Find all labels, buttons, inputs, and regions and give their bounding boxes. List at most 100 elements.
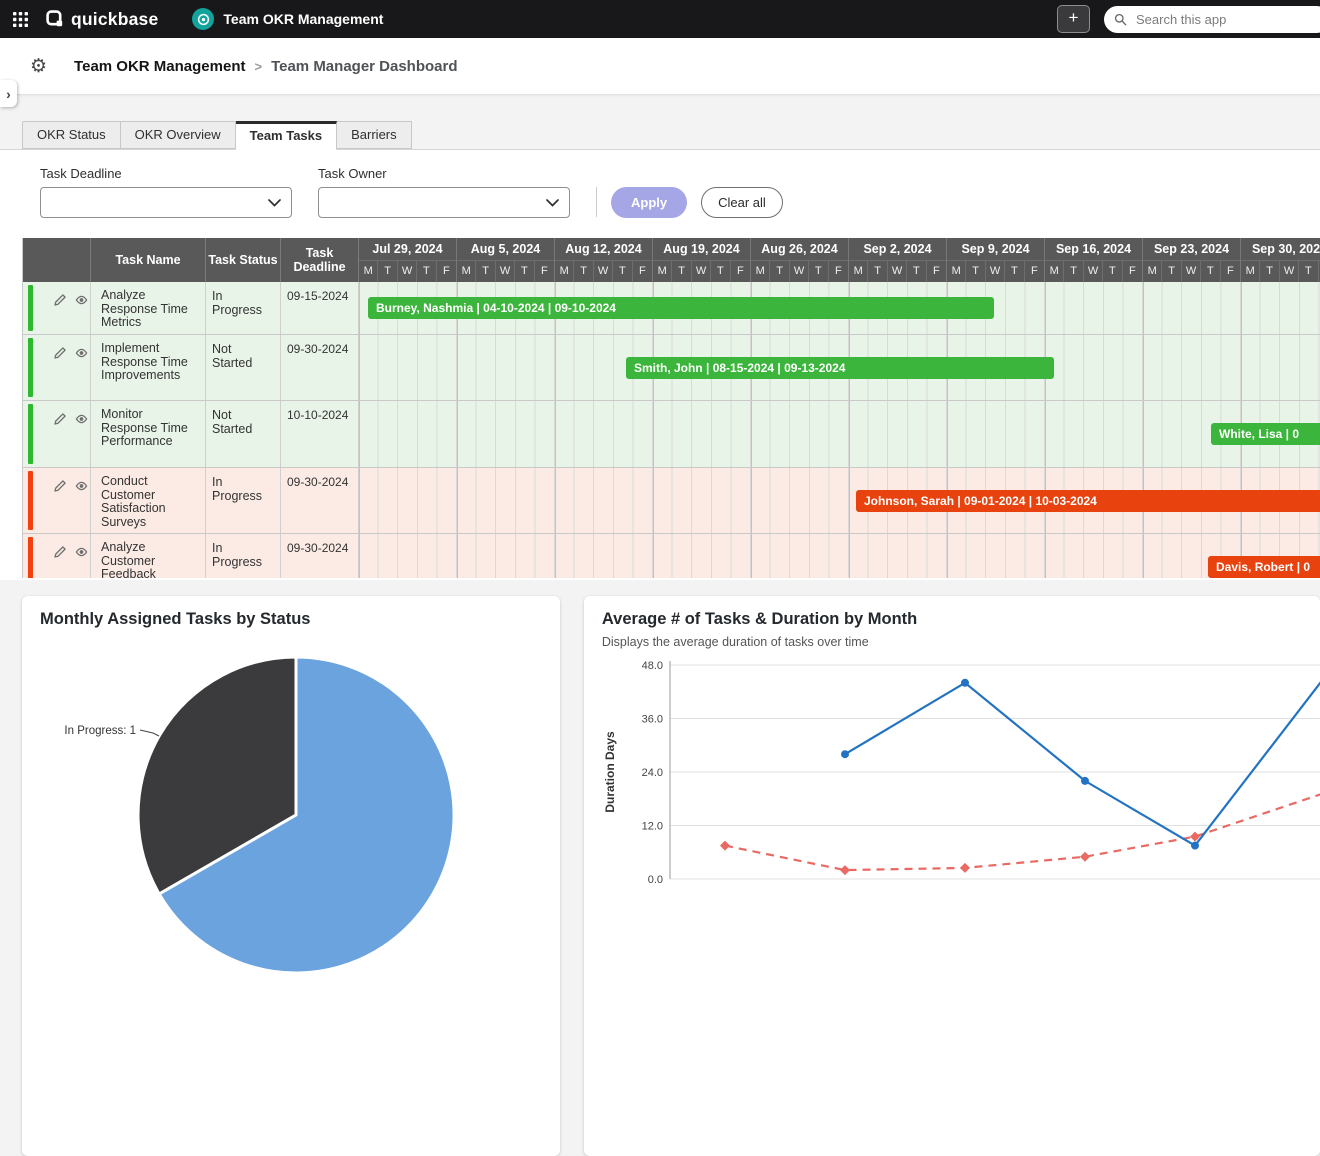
gantt-row: Conduct Customer Satisfaction SurveysIn … xyxy=(23,468,1320,534)
task-deadline-cell: 09-30-2024 xyxy=(281,468,359,533)
view-eye-icon[interactable] xyxy=(74,412,89,426)
edit-pencil-icon[interactable] xyxy=(53,346,67,360)
gantt-day-letter: T xyxy=(574,261,593,283)
data-point-circle xyxy=(1081,777,1089,785)
series-line-tasks-dashed xyxy=(725,790,1320,870)
gantt-day-letter: T xyxy=(1064,261,1083,283)
gantt-row: Analyze Customer FeedbackIn Progress09-3… xyxy=(23,534,1320,578)
filter-divider xyxy=(596,187,597,217)
app-name-label: Team OKR Management xyxy=(223,11,383,27)
gantt-day-letter: F xyxy=(927,261,946,283)
gantt-body: Analyze Response Time MetricsIn Progress… xyxy=(23,282,1320,578)
task-status-cell: Not Started xyxy=(206,335,281,400)
gantt-week-label: Aug 5, 2024 xyxy=(457,238,554,260)
gantt-row-controls xyxy=(23,401,91,467)
task-status-cell: In Progress xyxy=(206,282,281,334)
gantt-day-letter: M xyxy=(1241,261,1260,283)
gantt-day-letter: W xyxy=(790,261,809,283)
gantt-day-letter: T xyxy=(809,261,828,283)
tab-okr-overview[interactable]: OKR Overview xyxy=(121,121,236,149)
chevron-down-icon xyxy=(546,199,559,207)
gantt-week-header: Sep 23, 2024MTWTF xyxy=(1143,238,1241,282)
gantt-day-letter: M xyxy=(849,261,868,283)
edit-pencil-icon[interactable] xyxy=(53,479,67,493)
gantt-row: Monitor Response Time PerformanceNot Sta… xyxy=(23,401,1320,468)
view-eye-icon[interactable] xyxy=(74,346,89,360)
gantt-week-header: Jul 29, 2024MTWTF xyxy=(359,238,457,282)
gantt-day-letter: W xyxy=(1182,261,1201,283)
gantt-day-letter: T xyxy=(1299,261,1318,283)
gantt-day-letter: M xyxy=(751,261,770,283)
quickbase-logo[interactable]: quickbase xyxy=(46,9,158,30)
row-icons xyxy=(53,293,89,307)
pie-callout-label: In Progress: 1 xyxy=(64,725,136,737)
gantt-day-letter: M xyxy=(457,261,476,283)
settings-gear-icon[interactable]: ⚙ xyxy=(30,57,47,76)
tab-team-tasks[interactable]: Team Tasks xyxy=(236,121,338,150)
gantt-row: Implement Response Time ImprovementsNot … xyxy=(23,335,1320,401)
gantt-day-letter-row: MTWTF xyxy=(1045,260,1142,283)
app-switcher-waffle-icon[interactable] xyxy=(0,12,40,27)
gantt-bar[interactable]: Johnson, Sarah | 09-01-2024 | 10-03-2024 xyxy=(856,490,1320,512)
gantt-day-letter: T xyxy=(1005,261,1024,283)
tab-okr-status[interactable]: OKR Status xyxy=(22,121,121,149)
gantt-header: Task Name Task Status Task Deadline Jul … xyxy=(23,238,1320,282)
gantt-row-controls xyxy=(23,468,91,533)
app-home-link[interactable]: Team OKR Management xyxy=(192,8,383,30)
gantt-day-letter: T xyxy=(378,261,397,283)
task-deadline-select[interactable] xyxy=(40,187,292,218)
tab-barriers[interactable]: Barriers xyxy=(337,121,412,149)
gantt-day-letter: T xyxy=(907,261,926,283)
row-icons xyxy=(53,479,89,493)
data-point-circle xyxy=(841,750,849,758)
gantt-bar[interactable]: Burney, Nashmia | 04-10-2024 | 09-10-202… xyxy=(368,297,994,319)
app-icon xyxy=(192,8,214,30)
gantt-day-letter: T xyxy=(868,261,887,283)
task-name-cell: Analyze Customer Feedback xyxy=(91,534,206,578)
gantt-week-header: Aug 19, 2024MTWTF xyxy=(653,238,751,282)
gantt-week-label: Sep 30, 2024 xyxy=(1241,238,1320,260)
filter-bar: Task Deadline Task Owner Apply Clear all xyxy=(0,150,1320,218)
data-point-diamond xyxy=(1080,852,1090,862)
edit-pencil-icon[interactable] xyxy=(53,545,67,559)
view-eye-icon[interactable] xyxy=(74,545,89,559)
gantt-day-letter-row: MTWTF xyxy=(1143,260,1240,283)
gantt-header-task-deadline: Task Deadline xyxy=(281,238,359,282)
view-eye-icon[interactable] xyxy=(74,479,89,493)
gantt-bar[interactable]: White, Lisa | 0 xyxy=(1211,423,1320,445)
edit-pencil-icon[interactable] xyxy=(53,412,67,426)
waffle-grid-icon xyxy=(13,12,28,27)
search-input[interactable] xyxy=(1134,11,1288,28)
new-item-button[interactable]: + xyxy=(1057,5,1090,33)
apply-button[interactable]: Apply xyxy=(611,187,687,218)
gantt-week-label: Aug 12, 2024 xyxy=(555,238,652,260)
edit-pencil-icon[interactable] xyxy=(53,293,67,307)
gantt-day-letter: W xyxy=(1280,261,1299,283)
gantt-bar[interactable]: Davis, Robert | 0 xyxy=(1208,556,1320,578)
gantt-bar[interactable]: Smith, John | 08-15-2024 | 09-13-2024 xyxy=(626,357,1054,379)
gantt-day-letter: M xyxy=(947,261,966,283)
gantt-header-task-name: Task Name xyxy=(91,238,206,282)
sidebar-expand-handle[interactable]: › xyxy=(0,80,17,107)
gantt-day-letter: W xyxy=(888,261,907,283)
gantt-timeline: White, Lisa | 0 xyxy=(359,401,1320,467)
row-accent-bar xyxy=(28,404,33,464)
gantt-day-letter: T xyxy=(1162,261,1181,283)
clear-all-button[interactable]: Clear all xyxy=(701,187,783,218)
gantt-day-letter: T xyxy=(1260,261,1279,283)
gantt-row-controls xyxy=(23,335,91,400)
view-eye-icon[interactable] xyxy=(74,293,89,307)
gantt-day-letter: T xyxy=(711,261,730,283)
gantt-day-letter: T xyxy=(672,261,691,283)
app-search[interactable] xyxy=(1104,6,1320,33)
pie-chart: In Progress: 1 xyxy=(22,633,560,1033)
task-name-cell: Analyze Response Time Metrics xyxy=(91,282,206,334)
task-owner-select[interactable] xyxy=(318,187,570,218)
gantt-week-label: Sep 23, 2024 xyxy=(1143,238,1240,260)
breadcrumb-app-link[interactable]: Team OKR Management xyxy=(74,58,245,75)
data-point-diamond xyxy=(960,863,970,873)
gantt-chart: Task Name Task Status Task Deadline Jul … xyxy=(22,238,1320,578)
task-owner-filter: Task Owner xyxy=(318,166,570,218)
gantt-day-letter: F xyxy=(633,261,652,283)
gantt-row: Analyze Response Time MetricsIn Progress… xyxy=(23,282,1320,335)
